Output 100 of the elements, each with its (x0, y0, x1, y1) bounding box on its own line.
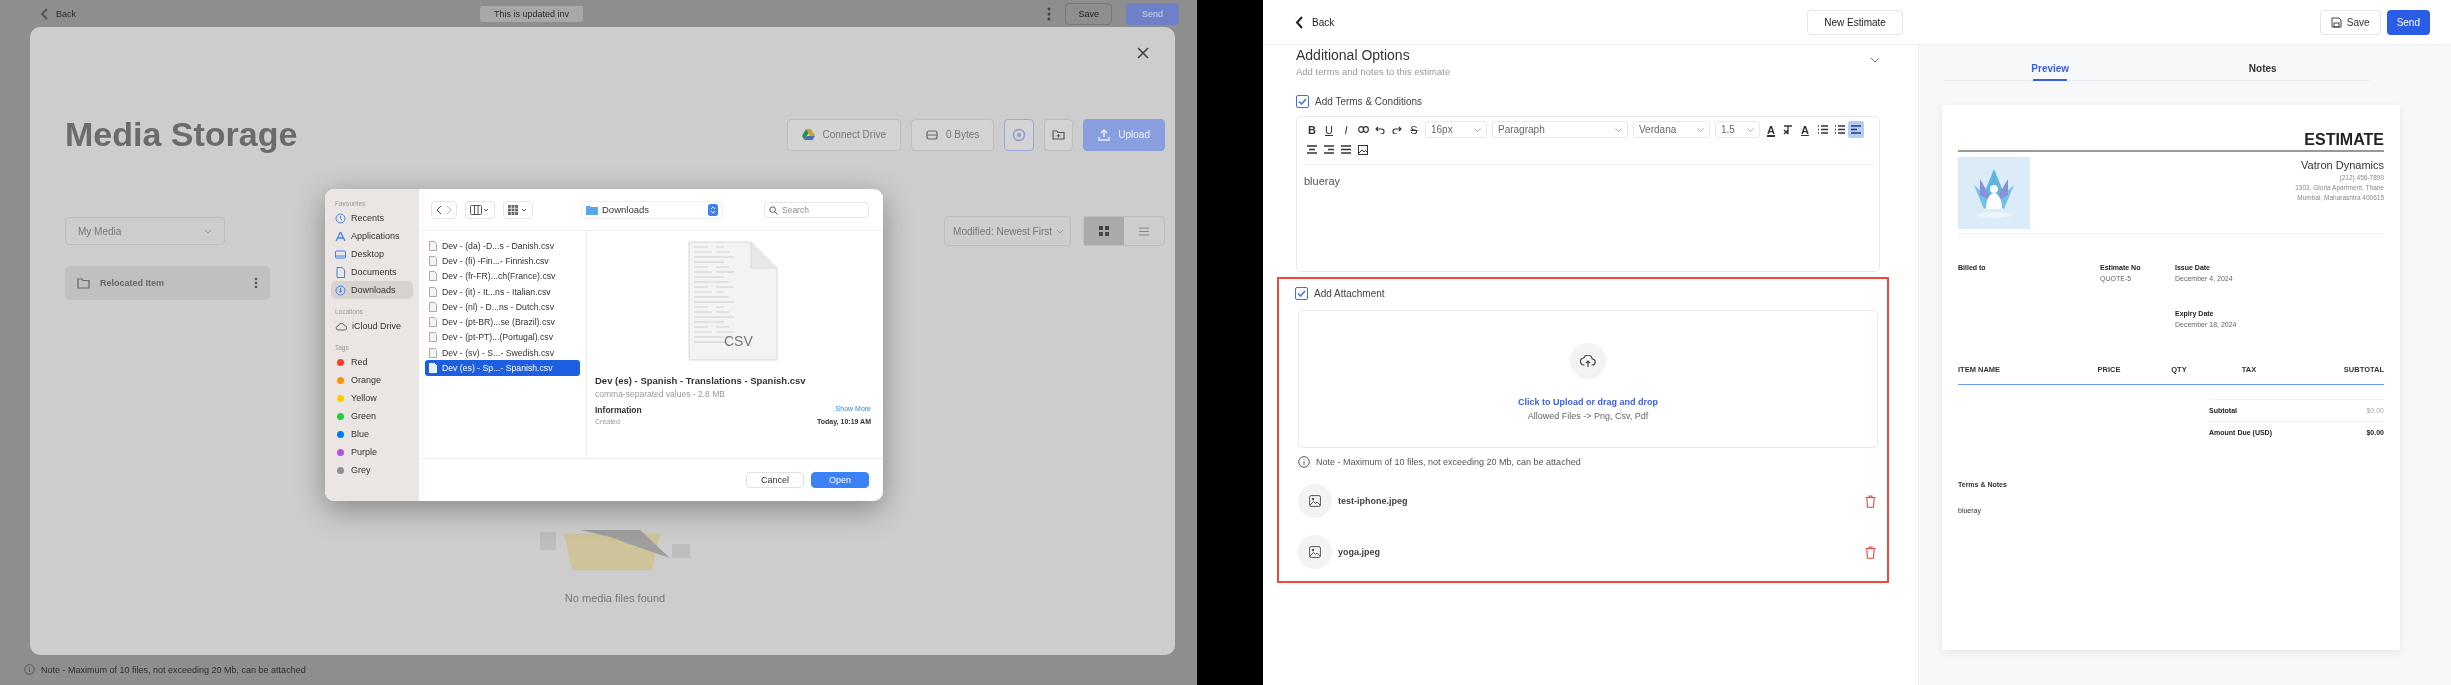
file-row[interactable]: Dev - (fi) -Fin...- Finnish.csv (425, 253, 580, 269)
strike-button[interactable]: S (1406, 121, 1422, 138)
checkbox[interactable] (1295, 287, 1308, 300)
search-field[interactable]: Search (764, 201, 869, 218)
more-icon[interactable] (1047, 6, 1052, 21)
upload-dropzone[interactable]: Click to Upload or drag and drop Allowed Files -> Png, Csv, Pdf (1298, 310, 1878, 448)
location-select[interactable]: Downloads (581, 200, 723, 219)
back-link[interactable]: Back (1295, 15, 1335, 29)
file-icon (429, 301, 437, 312)
back-forward-icon (436, 204, 452, 215)
file-row[interactable]: Dev - (pt-BR)...se (Brazil).csv (425, 314, 580, 330)
file-icon (429, 271, 437, 282)
save-button[interactable]: Save (1065, 2, 1112, 25)
target-icon (1012, 127, 1027, 142)
sidebar-item[interactable]: iCloud Drive (331, 317, 413, 335)
checkbox-label: Add Attachment (1314, 288, 1385, 299)
sidebar-item[interactable]: Orange (331, 371, 413, 389)
grid-icon (1099, 226, 1109, 236)
align-right-icon (1324, 145, 1334, 154)
caret-icon (204, 228, 212, 234)
section-subtitle: Add terms and notes to this estimate (1296, 66, 1451, 77)
delete-icon[interactable] (1865, 545, 1876, 559)
back-link[interactable]: Back (40, 7, 480, 20)
list-icon (1833, 125, 1845, 134)
file-row[interactable]: Dev (es) - Sp...- Spanish.csv (425, 360, 580, 376)
image-icon (1358, 144, 1368, 155)
sidebar-item[interactable]: Yellow (331, 389, 413, 407)
grid-view-button[interactable] (1084, 217, 1124, 245)
file-icon (429, 332, 437, 343)
underline-button[interactable]: U (1321, 121, 1337, 138)
grid-view-button[interactable] (503, 200, 533, 219)
file-icon (429, 317, 437, 328)
text-color-button[interactable]: A (1763, 121, 1779, 138)
open-button[interactable]: Open (810, 472, 869, 488)
folder-icon (77, 277, 90, 289)
info-icon (24, 664, 35, 675)
folder-icon (586, 204, 598, 215)
file-row[interactable]: Dev - (da) -D...s - Danish.csv (425, 238, 580, 254)
list-icon (1139, 226, 1149, 236)
attachment-note: Note - Maximum of 10 files, not exceeding 20 Mb, can be attached (41, 664, 306, 675)
new-estimate-button[interactable]: New Estimate (1807, 9, 1903, 35)
align-left-button[interactable] (1848, 121, 1864, 138)
monitor-icon (335, 248, 346, 260)
empty-message: No media files found (564, 592, 666, 604)
file-row[interactable]: Dev - (it) - It...ns - Italian.csv (425, 283, 580, 300)
save-button[interactable]: Save (2319, 9, 2381, 35)
italic-button[interactable]: I (1338, 121, 1354, 138)
clock-icon (335, 212, 346, 224)
file-row[interactable]: Dev - (pt-PT)...(Portugal).csv (425, 329, 580, 346)
tab[interactable]: Preview (1944, 59, 2157, 80)
editor-text[interactable]: blueray (1304, 165, 1874, 187)
upload-cloud-icon (1570, 343, 1606, 379)
sidebar-item[interactable]: Downloads (331, 281, 413, 299)
file-name: test-iphone.jpeg (1338, 496, 1409, 506)
sidebar-item[interactable]: Desktop (331, 245, 413, 263)
sidebar-item[interactable]: Blue (331, 425, 413, 443)
column-view-button[interactable] (465, 200, 495, 219)
caret-icon (1697, 127, 1704, 132)
toolbar-select[interactable]: 1.5 (1715, 121, 1760, 138)
csv-file-icon: CSV (688, 241, 778, 361)
grid-icon (508, 204, 528, 215)
toolbar-select[interactable]: 16px (1425, 121, 1487, 138)
send-button[interactable]: Send (2386, 9, 2430, 35)
dialog-title: Media Storage (65, 115, 298, 154)
file-row[interactable]: Dev - (fr-FR)...ch(France).csv (425, 268, 580, 284)
more-icon[interactable] (254, 277, 258, 289)
delete-icon[interactable] (1865, 494, 1876, 508)
folder-plus-icon (1052, 129, 1066, 140)
tab[interactable]: Notes (2156, 59, 2369, 80)
clear-format-icon (1783, 124, 1793, 135)
drive-icon (801, 129, 815, 140)
chevron-icon[interactable] (1870, 57, 1880, 63)
document-title-field[interactable]: This is updated inv (480, 5, 584, 22)
justify-icon (1341, 145, 1351, 154)
sidebar-item[interactable]: Grey (331, 461, 413, 479)
download-icon (335, 284, 346, 296)
cancel-button[interactable]: Cancel (745, 472, 804, 488)
sidebar-item[interactable]: Red (331, 353, 413, 371)
upload-link[interactable]: Click to Upload or drag and drop (1518, 397, 1658, 407)
toolbar-select[interactable]: Paragraph (1492, 121, 1628, 138)
check-icon (1298, 98, 1307, 105)
applications-icon (335, 230, 346, 242)
sidebar-item[interactable]: Purple (331, 443, 413, 461)
sidebar-item[interactable]: Applications (331, 227, 413, 245)
check-icon (1297, 290, 1306, 297)
sidebar-item[interactable]: Documents (331, 263, 413, 281)
file-row[interactable]: Dev - (sv) - S...- Swedish.csv (425, 345, 580, 361)
toolbar-select[interactable]: Verdana (1633, 121, 1710, 138)
file-name: Dev (es) - Spanish - Translations - Spanish.csv (595, 375, 807, 386)
bold-button[interactable]: B (1304, 121, 1320, 138)
checkbox-label: Add Terms & Conditions (1315, 96, 1423, 107)
sidebar-item[interactable]: Recents (331, 209, 413, 227)
highlight-button[interactable]: A (1797, 121, 1813, 138)
close-icon[interactable] (1137, 47, 1149, 59)
section-title: Additional Options (1296, 47, 1411, 63)
file-icon (429, 240, 437, 251)
sidebar-item[interactable]: Green (331, 407, 413, 425)
file-row[interactable]: Dev - (nl) - D...ns - Dutch.csv (425, 299, 580, 315)
checkbox[interactable] (1296, 95, 1309, 108)
document-icon (335, 266, 346, 278)
